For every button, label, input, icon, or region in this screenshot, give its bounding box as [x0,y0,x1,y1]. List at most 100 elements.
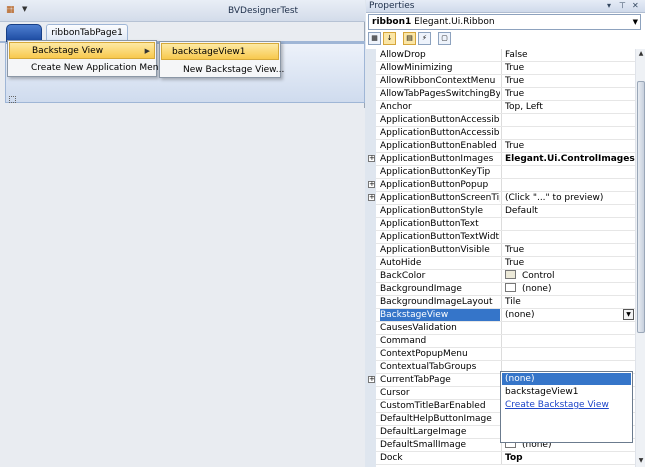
pin-icon[interactable]: ⊤ [619,1,628,11]
property-name: BackgroundImage [380,284,462,294]
design-area [0,108,365,467]
property-value[interactable]: (none) ▼ [501,309,635,321]
property-value[interactable]: True [501,75,635,87]
application-menu: Backstage View ▶ Create New Application … [7,40,164,77]
menu-item-create-new-application-menu[interactable]: Create New Application Menu [9,60,164,77]
expand-icon[interactable]: + [368,376,375,383]
property-value[interactable] [501,166,635,178]
selection-handle[interactable] [9,96,16,103]
properties-view-icon[interactable]: ▤ [403,32,416,45]
scroll-up-icon[interactable]: ▲ [637,50,645,58]
property-row[interactable]: ApplicationButtonAccessibleDesc [376,114,635,127]
object-name: ribbon1 [372,17,412,27]
property-name: AllowMinimizing [380,63,453,73]
property-row[interactable]: AllowMinimizing True [376,62,635,75]
property-row[interactable]: ApplicationButtonTextWidthTem [376,231,635,244]
properties-titlebar: Properties ▾ ⊤ ✕ [366,0,645,13]
property-row[interactable]: + ApplicationButtonScreenTipData (Click ".… [368,192,635,205]
property-pages-icon[interactable]: ▢ [438,32,451,45]
property-row[interactable]: ApplicationButtonVisible True [376,244,635,257]
expand-icon[interactable]: + [368,181,375,188]
property-value[interactable]: True [501,140,635,152]
property-value[interactable] [501,218,635,230]
property-row[interactable]: BackstageView (none) ▼ [376,309,635,322]
object-type: Elegant.Ui.Ribbon [414,17,495,27]
create-backstage-view-link[interactable]: Create Backstage View [502,399,631,411]
property-row[interactable]: Dock Top [376,452,635,465]
expand-icon[interactable]: + [368,194,375,201]
property-value[interactable]: Top, Left [501,101,635,113]
property-value[interactable]: Elegant.Ui.ControlImages [501,153,635,165]
property-row[interactable]: AllowDrop False [376,49,635,62]
property-row[interactable]: BackColor Control [376,270,635,283]
property-row[interactable]: ContextPopupMenu [376,348,635,361]
dropdown-button-icon[interactable]: ▼ [623,309,634,320]
close-icon[interactable]: ✕ [632,1,641,11]
property-row[interactable]: Command [376,335,635,348]
dropdown-option[interactable]: (none) [502,373,631,385]
property-value-text: True [505,76,525,86]
property-row[interactable]: ApplicationButtonStyle Default [376,205,635,218]
property-name: BackColor [380,271,426,281]
events-icon[interactable]: ⚡ [418,32,431,45]
property-value-text: True [505,63,525,73]
property-value[interactable]: Default [501,205,635,217]
categorized-icon[interactable]: ▦ [368,32,381,45]
property-value[interactable] [501,322,635,334]
submenu-item-backstageview1[interactable]: backstageView1 [161,43,279,60]
property-value-text: Default [505,206,538,216]
property-value[interactable] [501,114,635,126]
property-name: AllowTabPagesSwitchingByMous [380,89,500,99]
expand-icon[interactable]: + [368,155,375,162]
property-name: DefaultSmallImage [380,440,467,450]
property-row[interactable]: CausesValidation [376,322,635,335]
qat-dropdown-icon[interactable]: ▼ [22,5,27,13]
alphabetical-icon[interactable]: ↓ [383,32,396,45]
property-name: AllowRibbonContextMenu [380,76,496,86]
dropdown-option[interactable]: backstageView1 [502,386,631,398]
property-value[interactable]: Top [501,452,635,464]
vertical-scrollbar[interactable]: ▲ ▼ [635,49,645,467]
property-value[interactable] [501,348,635,360]
property-row[interactable]: AutoHide True [376,257,635,270]
property-name: Cursor [380,388,410,398]
property-value[interactable] [501,335,635,347]
property-value[interactable]: (Click "..." to preview) [501,192,635,204]
property-name: ApplicationButtonAccessibleDesc [380,115,500,125]
property-row[interactable]: AllowRibbonContextMenu True [376,75,635,88]
property-value[interactable]: True [501,88,635,100]
property-name: ApplicationButtonPopup [380,180,489,190]
qat-app-icon[interactable]: ▦ [6,5,15,15]
property-row[interactable]: + ApplicationButtonPopup [368,179,635,192]
property-row[interactable]: BackgroundImage (none) [376,283,635,296]
object-selector[interactable]: ribbon1 Elegant.Ui.Ribbon ▼ [368,14,641,30]
property-name: ApplicationButtonEnabled [380,141,497,151]
property-value[interactable] [501,127,635,139]
property-value[interactable]: True [501,62,635,74]
property-value[interactable] [501,179,635,191]
property-row[interactable]: + ApplicationButtonImages Elegant.Ui.Contr… [368,153,635,166]
property-value[interactable]: Control [501,270,635,282]
menu-item-backstage-view[interactable]: Backstage View ▶ [9,42,155,59]
scroll-down-icon[interactable]: ▼ [637,457,645,465]
property-row[interactable]: AllowTabPagesSwitchingByMous True [376,88,635,101]
property-value[interactable] [501,231,635,243]
property-value[interactable]: (none) [501,283,635,295]
form-title: BVDesignerTest [228,6,299,16]
property-row[interactable]: Anchor Top, Left [376,101,635,114]
submenu-item-new-backstage-view[interactable]: New Backstage View... [161,62,284,79]
property-row[interactable]: ApplicationButtonText [376,218,635,231]
property-value[interactable]: Tile [501,296,635,308]
property-row[interactable]: ApplicationButtonEnabled True [376,140,635,153]
dropdown-icon[interactable]: ▾ [607,1,616,11]
properties-title: Properties [369,1,415,11]
property-row[interactable]: BackgroundImageLayout Tile [376,296,635,309]
property-value[interactable]: True [501,257,635,269]
property-value[interactable]: False [501,49,635,61]
property-value-text: Tile [505,297,521,307]
property-value-text: Elegant.Ui.ControlImages [505,154,635,164]
property-row[interactable]: ApplicationButtonAccessibleNam [376,127,635,140]
scrollbar-thumb[interactable] [637,81,645,333]
property-value[interactable]: True [501,244,635,256]
property-row[interactable]: ApplicationButtonKeyTip [376,166,635,179]
